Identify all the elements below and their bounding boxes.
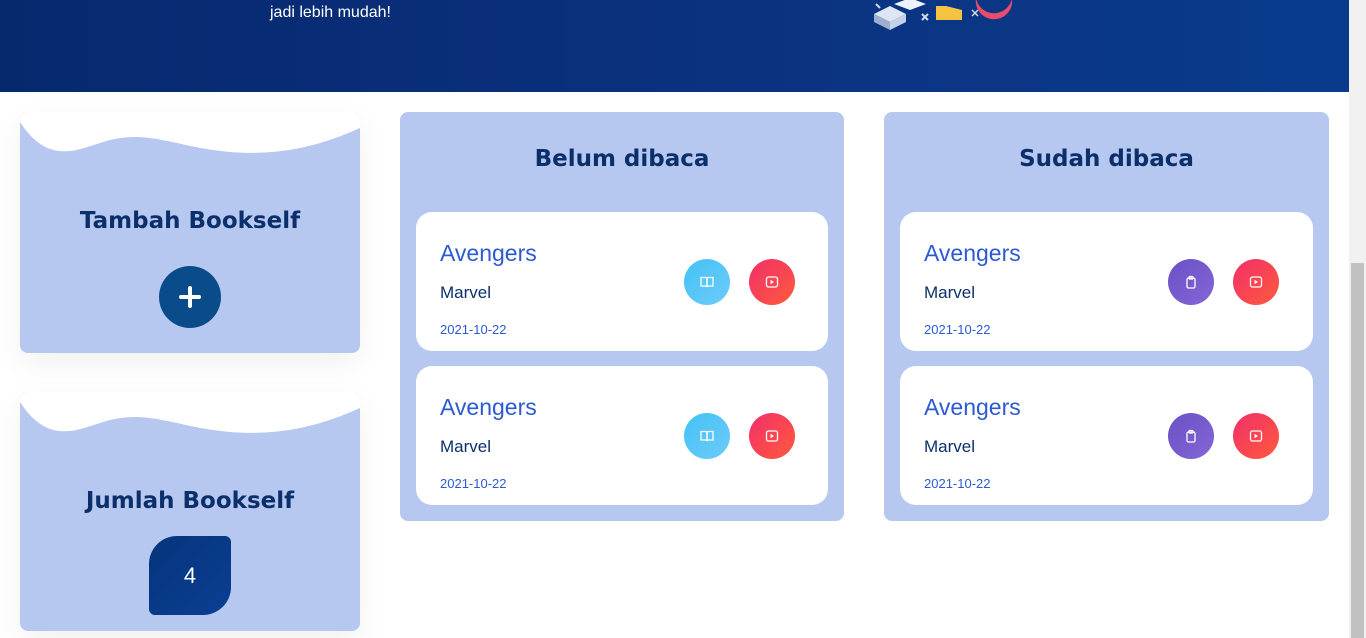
mark-unread-button[interactable] <box>1168 259 1214 305</box>
book-date: 2021-10-22 <box>440 322 507 337</box>
bookshelf-count-card: Jumlah Bookself 4 <box>20 392 360 631</box>
plus-icon <box>179 286 201 308</box>
book-author: Marvel <box>440 283 492 302</box>
mark-unread-button[interactable] <box>1168 413 1214 459</box>
mark-read-button[interactable] <box>684 413 730 459</box>
bookshelf-count-title: Jumlah Bookself <box>85 488 295 514</box>
delete-book-button[interactable] <box>749 259 795 305</box>
book-author: Marvel <box>440 437 492 456</box>
hero-banner: jadi lebih mudah! <box>0 0 1349 92</box>
book-date: 2021-10-22 <box>924 322 991 337</box>
delete-book-button[interactable] <box>1233 259 1279 305</box>
scrollbar-thumb[interactable] <box>1351 263 1364 638</box>
unread-shelf: Belum dibaca Avengers Marvel 2021-10-22 … <box>400 112 844 521</box>
play-square-icon <box>1249 276 1263 288</box>
unread-shelf-title: Belum dibaca <box>534 146 710 172</box>
play-square-icon <box>765 276 779 288</box>
book-author: Marvel <box>924 437 976 456</box>
book-date: 2021-10-22 <box>440 476 507 491</box>
clipboard-icon <box>1186 275 1196 289</box>
read-shelf-title: Sudah dibaca <box>1019 146 1194 172</box>
book-title: Avengers <box>440 394 537 420</box>
book-card: Avengers Marvel 2021-10-22 <box>416 212 828 351</box>
hero-subtitle: jadi lebih mudah! <box>270 4 391 21</box>
add-bookshelf-title: Tambah Bookself <box>79 208 301 234</box>
book-title: Avengers <box>440 240 537 266</box>
bookshelf-count-badge: 4 <box>149 536 231 615</box>
hero-illustration <box>874 0 1012 30</box>
book-card: Avengers Marvel 2021-10-22 <box>900 212 1313 351</box>
play-square-icon <box>765 430 779 442</box>
read-shelf: Sudah dibaca Avengers Marvel 2021-10-22 … <box>884 112 1329 521</box>
clipboard-icon <box>1186 429 1196 443</box>
book-author: Marvel <box>924 283 976 302</box>
book-date: 2021-10-22 <box>924 476 991 491</box>
mark-read-button[interactable] <box>684 259 730 305</box>
delete-book-button[interactable] <box>749 413 795 459</box>
add-bookshelf-card: Tambah Bookself <box>20 112 360 353</box>
book-title: Avengers <box>924 394 1021 420</box>
book-title: Avengers <box>924 240 1021 266</box>
book-open-icon <box>700 276 714 288</box>
wave-decoration <box>20 392 360 433</box>
book-card: Avengers Marvel 2021-10-22 <box>900 366 1313 505</box>
book-card: Avengers Marvel 2021-10-22 <box>416 366 828 505</box>
play-square-icon <box>1249 430 1263 442</box>
wave-decoration <box>20 112 360 153</box>
page: jadi lebih mudah! Tambah Bookself Jumlah… <box>0 0 1366 638</box>
delete-book-button[interactable] <box>1233 413 1279 459</box>
add-bookshelf-button[interactable] <box>159 266 221 328</box>
book-open-icon <box>700 430 714 442</box>
